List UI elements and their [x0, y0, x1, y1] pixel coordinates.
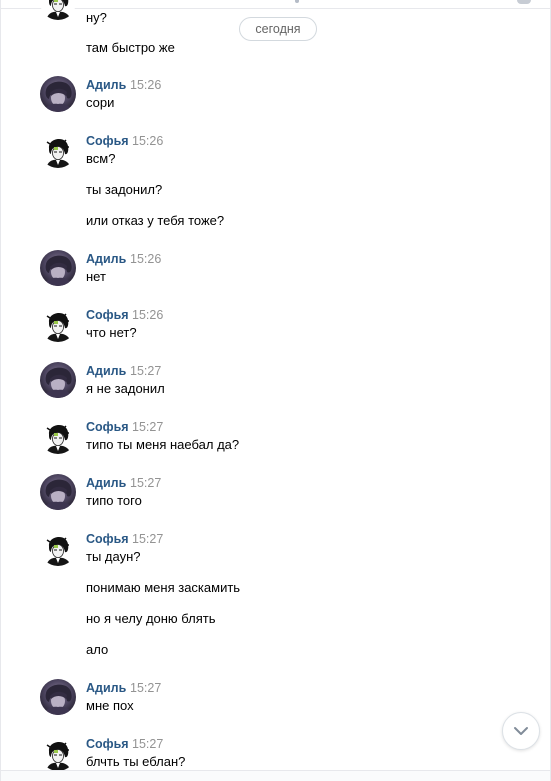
message-text: там быстро же — [86, 40, 175, 55]
message-time[interactable]: 15:26 — [130, 78, 161, 93]
message-text: или отказ у тебя тоже? — [86, 213, 225, 228]
message-text: ты даун? — [86, 549, 141, 564]
message-time[interactable]: 15:26 — [132, 134, 163, 149]
message-time[interactable]: 15:26 — [132, 308, 163, 323]
author-name[interactable]: Софья — [86, 420, 129, 435]
avatar-adil[interactable] — [40, 362, 76, 398]
message-text: блчть ты еблан? — [86, 754, 186, 769]
avatar-sofya-icon — [40, 530, 76, 566]
author-name[interactable]: Софья — [86, 308, 129, 323]
chat-history[interactable]: ну? там быстро же сегодня Адиль 15:26 сори… — [0, 0, 551, 781]
message-text: сори — [86, 95, 115, 110]
avatar-sofya[interactable] — [40, 0, 76, 20]
message-time[interactable]: 15:27 — [132, 532, 163, 547]
avatar-sofya[interactable] — [40, 418, 76, 454]
composer-edge — [1, 770, 550, 781]
message-text: понимаю меня заскамить — [86, 580, 241, 595]
message-text: типо того — [86, 493, 142, 508]
author-name[interactable]: Адиль — [86, 476, 126, 491]
message-time[interactable]: 15:27 — [132, 737, 163, 752]
avatar-adil[interactable] — [40, 679, 76, 715]
avatar-sofya[interactable] — [40, 735, 76, 771]
message-text: я не задонил — [86, 381, 165, 396]
date-divider[interactable]: сегодня — [239, 17, 317, 41]
message-text: что нет? — [86, 325, 137, 340]
message-text: ало — [86, 642, 109, 657]
author-name[interactable]: Адиль — [86, 252, 126, 267]
message-time[interactable]: 15:27 — [130, 681, 161, 696]
avatar-adil-icon — [40, 250, 76, 286]
message-text: типо ты меня наебал да? — [86, 437, 240, 452]
message-text: всм? — [86, 151, 116, 166]
message-text: но я челу доню блять — [86, 611, 216, 626]
author-name[interactable]: Софья — [86, 134, 129, 149]
avatar-sofya-icon — [40, 735, 76, 771]
message-time[interactable]: 15:26 — [130, 252, 161, 267]
message-text: мне пох — [86, 698, 134, 713]
avatar-sofya[interactable] — [40, 306, 76, 342]
author-name[interactable]: Софья — [86, 532, 129, 547]
avatar-adil-icon — [40, 474, 76, 510]
avatar-adil[interactable] — [40, 474, 76, 510]
author-name[interactable]: Адиль — [86, 78, 126, 93]
avatar-adil-icon — [40, 362, 76, 398]
message-time[interactable]: 15:27 — [130, 476, 161, 491]
avatar-sofya-icon — [40, 0, 76, 20]
message-text: ну? — [86, 10, 107, 25]
message-time[interactable]: 15:27 — [130, 364, 161, 379]
author-name[interactable]: Адиль — [86, 364, 126, 379]
header-icon-fragment — [517, 0, 531, 4]
avatar-adil[interactable] — [40, 250, 76, 286]
chevron-down-icon — [514, 727, 528, 735]
avatar-adil-icon — [40, 76, 76, 112]
message-text: ты задонил? — [86, 182, 163, 197]
message-text: нет — [86, 269, 106, 284]
avatar-sofya-icon — [40, 132, 76, 168]
avatar-sofya-icon — [40, 418, 76, 454]
avatar-sofya[interactable] — [40, 530, 76, 566]
scroll-down-button[interactable] — [502, 712, 540, 750]
avatar-adil[interactable] — [40, 76, 76, 112]
avatar-adil-icon — [40, 679, 76, 715]
author-name[interactable]: Адиль — [86, 681, 126, 696]
avatar-sofya-icon — [40, 306, 76, 342]
message-time[interactable]: 15:27 — [132, 420, 163, 435]
author-name[interactable]: Софья — [86, 737, 129, 752]
header-divider — [1, 0, 550, 9]
avatar-sofya[interactable] — [40, 132, 76, 168]
